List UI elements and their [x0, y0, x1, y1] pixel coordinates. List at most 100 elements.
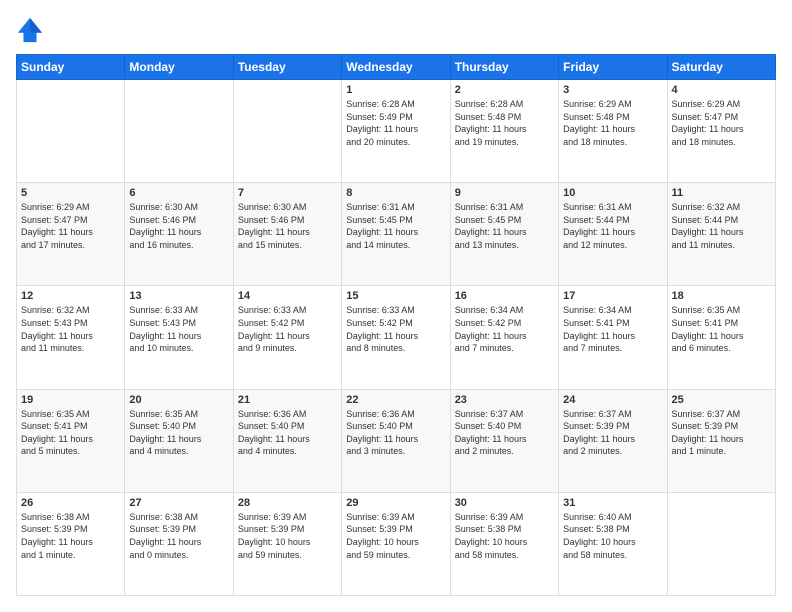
day-number: 16: [455, 290, 554, 302]
day-info: Sunrise: 6:31 AM Sunset: 5:44 PM Dayligh…: [563, 201, 662, 251]
day-header-wednesday: Wednesday: [342, 55, 450, 80]
calendar-cell: 20 Sunrise: 6:35 AM Sunset: 5:40 PM Dayli…: [125, 389, 233, 492]
calendar-cell: 3Sunrise: 6:29 AM Sunset: 5:48 PM Daylig…: [559, 80, 667, 183]
calendar-week-5: 26 Sunrise: 6:38 AM Sunset: 5:39 PM Dayli…: [17, 492, 776, 595]
calendar-week-1: 1 Sunrise: 6:28 AM Sunset: 5:49 PM Daylig…: [17, 80, 776, 183]
day-number: 27: [129, 497, 228, 509]
day-info: Sunrise: 6:35 AM Sunset: 5:41 PM Dayligh…: [21, 408, 120, 458]
calendar-cell: 15 Sunrise: 6:33 AM Sunset: 5:42 PM Dayli…: [342, 286, 450, 389]
calendar-cell: 12 Sunrise: 6:32 AM Sunset: 5:43 PM Dayli…: [17, 286, 125, 389]
day-info: Sunrise: 6:35 AM Sunset: 5:41 PM Dayligh…: [672, 304, 771, 354]
calendar-table: SundayMondayTuesdayWednesdayThursdayFrid…: [16, 54, 776, 596]
calendar-cell: 5Sunrise: 6:29 AM Sunset: 5:47 PM Daylig…: [17, 183, 125, 286]
day-number: 18: [672, 290, 771, 302]
day-info: Sunrise: 6:29 AM Sunset: 5:47 PM Dayligh…: [21, 201, 120, 251]
day-number: 22: [346, 394, 445, 406]
calendar-cell: 2 Sunrise: 6:28 AM Sunset: 5:48 PM Daylig…: [450, 80, 558, 183]
day-header-thursday: Thursday: [450, 55, 558, 80]
header: [16, 16, 776, 44]
day-info: Sunrise: 6:37 AM Sunset: 5:39 PM Dayligh…: [672, 408, 771, 458]
page: SundayMondayTuesdayWednesdayThursdayFrid…: [0, 0, 792, 612]
day-info: Sunrise: 6:40 AM Sunset: 5:38 PM Dayligh…: [563, 511, 662, 561]
day-info: Sunrise: 6:35 AM Sunset: 5:40 PM Dayligh…: [129, 408, 228, 458]
day-number: 2: [455, 84, 554, 96]
day-number: 11: [672, 187, 771, 199]
calendar-cell: 10Sunrise: 6:31 AM Sunset: 5:44 PM Dayli…: [559, 183, 667, 286]
day-info: Sunrise: 6:32 AM Sunset: 5:44 PM Dayligh…: [672, 201, 771, 251]
day-info: Sunrise: 6:28 AM Sunset: 5:48 PM Dayligh…: [455, 98, 554, 148]
day-number: 21: [238, 394, 337, 406]
day-info: Sunrise: 6:39 AM Sunset: 5:39 PM Dayligh…: [346, 511, 445, 561]
day-number: 28: [238, 497, 337, 509]
day-number: 19: [21, 394, 120, 406]
calendar-cell: [233, 80, 341, 183]
calendar-cell: 17Sunrise: 6:34 AM Sunset: 5:41 PM Dayli…: [559, 286, 667, 389]
day-info: Sunrise: 6:30 AM Sunset: 5:46 PM Dayligh…: [238, 201, 337, 251]
logo-icon: [16, 16, 44, 44]
calendar-cell: 28 Sunrise: 6:39 AM Sunset: 5:39 PM Dayli…: [233, 492, 341, 595]
day-info: Sunrise: 6:31 AM Sunset: 5:45 PM Dayligh…: [455, 201, 554, 251]
day-number: 29: [346, 497, 445, 509]
calendar-week-2: 5Sunrise: 6:29 AM Sunset: 5:47 PM Daylig…: [17, 183, 776, 286]
calendar-cell: 19 Sunrise: 6:35 AM Sunset: 5:41 PM Dayli…: [17, 389, 125, 492]
day-info: Sunrise: 6:33 AM Sunset: 5:43 PM Dayligh…: [129, 304, 228, 354]
day-header-friday: Friday: [559, 55, 667, 80]
calendar-cell: 8Sunrise: 6:31 AM Sunset: 5:45 PM Daylig…: [342, 183, 450, 286]
calendar-cell: [17, 80, 125, 183]
calendar-cell: 7 Sunrise: 6:30 AM Sunset: 5:46 PM Daylig…: [233, 183, 341, 286]
day-info: Sunrise: 6:38 AM Sunset: 5:39 PM Dayligh…: [129, 511, 228, 561]
day-number: 4: [672, 84, 771, 96]
day-number: 14: [238, 290, 337, 302]
day-info: Sunrise: 6:33 AM Sunset: 5:42 PM Dayligh…: [346, 304, 445, 354]
day-info: Sunrise: 6:31 AM Sunset: 5:45 PM Dayligh…: [346, 201, 445, 251]
calendar-cell: 13 Sunrise: 6:33 AM Sunset: 5:43 PM Dayli…: [125, 286, 233, 389]
day-header-sunday: Sunday: [17, 55, 125, 80]
calendar-week-4: 19 Sunrise: 6:35 AM Sunset: 5:41 PM Dayli…: [17, 389, 776, 492]
day-info: Sunrise: 6:39 AM Sunset: 5:39 PM Dayligh…: [238, 511, 337, 561]
calendar-cell: 21Sunrise: 6:36 AM Sunset: 5:40 PM Dayli…: [233, 389, 341, 492]
day-number: 6: [129, 187, 228, 199]
day-number: 13: [129, 290, 228, 302]
calendar-week-3: 12 Sunrise: 6:32 AM Sunset: 5:43 PM Dayli…: [17, 286, 776, 389]
calendar-cell: 29 Sunrise: 6:39 AM Sunset: 5:39 PM Dayli…: [342, 492, 450, 595]
day-info: Sunrise: 6:37 AM Sunset: 5:39 PM Dayligh…: [563, 408, 662, 458]
calendar-cell: 26Sunrise: 6:38 AM Sunset: 5:39 PM Dayli…: [17, 492, 125, 595]
calendar-cell: 31Sunrise: 6:40 AM Sunset: 5:38 PM Dayli…: [559, 492, 667, 595]
calendar-cell: 4 Sunrise: 6:29 AM Sunset: 5:47 PM Daylig…: [667, 80, 775, 183]
calendar-cell: 6Sunrise: 6:30 AM Sunset: 5:46 PM Daylig…: [125, 183, 233, 286]
calendar-cell: 16 Sunrise: 6:34 AM Sunset: 5:42 PM Dayli…: [450, 286, 558, 389]
day-info: Sunrise: 6:33 AM Sunset: 5:42 PM Dayligh…: [238, 304, 337, 354]
day-info: Sunrise: 6:32 AM Sunset: 5:43 PM Dayligh…: [21, 304, 120, 354]
day-info: Sunrise: 6:28 AM Sunset: 5:49 PM Dayligh…: [346, 98, 445, 148]
calendar-cell: 27 Sunrise: 6:38 AM Sunset: 5:39 PM Dayli…: [125, 492, 233, 595]
day-number: 15: [346, 290, 445, 302]
calendar-cell: 23Sunrise: 6:37 AM Sunset: 5:40 PM Dayli…: [450, 389, 558, 492]
calendar-cell: 9 Sunrise: 6:31 AM Sunset: 5:45 PM Daylig…: [450, 183, 558, 286]
calendar-cell: 14 Sunrise: 6:33 AM Sunset: 5:42 PM Dayli…: [233, 286, 341, 389]
calendar-header-row: SundayMondayTuesdayWednesdayThursdayFrid…: [17, 55, 776, 80]
day-info: Sunrise: 6:34 AM Sunset: 5:42 PM Dayligh…: [455, 304, 554, 354]
day-number: 20: [129, 394, 228, 406]
calendar-cell: 11 Sunrise: 6:32 AM Sunset: 5:44 PM Dayli…: [667, 183, 775, 286]
day-number: 1: [346, 84, 445, 96]
calendar-cell: 25 Sunrise: 6:37 AM Sunset: 5:39 PM Dayli…: [667, 389, 775, 492]
day-number: 30: [455, 497, 554, 509]
day-number: 24: [563, 394, 662, 406]
day-info: Sunrise: 6:37 AM Sunset: 5:40 PM Dayligh…: [455, 408, 554, 458]
day-number: 7: [238, 187, 337, 199]
day-number: 26: [21, 497, 120, 509]
day-info: Sunrise: 6:29 AM Sunset: 5:47 PM Dayligh…: [672, 98, 771, 148]
calendar-cell: 22Sunrise: 6:36 AM Sunset: 5:40 PM Dayli…: [342, 389, 450, 492]
day-header-tuesday: Tuesday: [233, 55, 341, 80]
calendar-cell: 1 Sunrise: 6:28 AM Sunset: 5:49 PM Daylig…: [342, 80, 450, 183]
calendar-cell: 30 Sunrise: 6:39 AM Sunset: 5:38 PM Dayli…: [450, 492, 558, 595]
day-number: 3: [563, 84, 662, 96]
day-number: 12: [21, 290, 120, 302]
day-info: Sunrise: 6:39 AM Sunset: 5:38 PM Dayligh…: [455, 511, 554, 561]
calendar-body: 1 Sunrise: 6:28 AM Sunset: 5:49 PM Daylig…: [17, 80, 776, 596]
day-number: 25: [672, 394, 771, 406]
day-number: 9: [455, 187, 554, 199]
calendar-cell: 24 Sunrise: 6:37 AM Sunset: 5:39 PM Dayli…: [559, 389, 667, 492]
day-header-monday: Monday: [125, 55, 233, 80]
calendar-cell: [125, 80, 233, 183]
